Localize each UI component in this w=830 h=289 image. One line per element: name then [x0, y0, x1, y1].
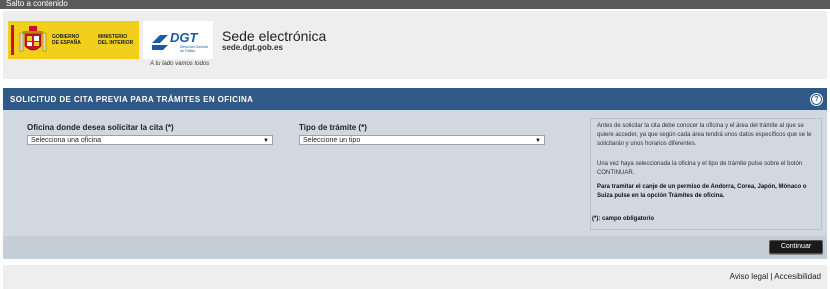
site-title: Sede electrónica — [222, 28, 327, 44]
office-select-value: Selecciona una oficina — [31, 137, 102, 144]
flag-stripe — [11, 25, 14, 55]
legal-notice-link[interactable]: Aviso legal — [730, 272, 769, 281]
info-paragraph-3: Para tramitar el canje de un permiso de … — [597, 184, 807, 199]
gobierno-espana-logo[interactable]: GOBIERNO DE ESPAÑA MINISTERIO DEL INTERI… — [8, 21, 139, 59]
form-title-bar: SOLICITUD DE CITA PREVIA PARA TRÁMITES E… — [3, 88, 827, 110]
continue-button[interactable]: Continuar — [769, 240, 823, 254]
help-icon[interactable]: ? — [811, 94, 822, 105]
info-paragraph-1: Antes de solicitar la cita debe conocer … — [597, 123, 812, 147]
ministry-text: MINISTERIO DEL INTERIOR — [98, 34, 134, 46]
dgt-logo[interactable]: DGT Dirección General de Tráfico — [143, 21, 213, 59]
site-header: GOBIERNO DE ESPAÑA MINISTERIO DEL INTERI… — [3, 11, 827, 79]
dgt-logo-icon: DGT Dirección General de Tráfico — [152, 30, 208, 53]
required-field-note: (*): campo obligatorio — [592, 216, 654, 222]
appointment-form-panel: SOLICITUD DE CITA PREVIA PARA TRÁMITES E… — [3, 88, 827, 259]
site-footer: Aviso legal | Accesibilidad — [3, 265, 827, 289]
office-label: Oficina donde desea solicitar la cita (*… — [27, 123, 174, 132]
accessibility-link[interactable]: Accesibilidad — [774, 272, 821, 281]
form-actions-bar: Continuar — [3, 236, 827, 259]
form-title: SOLICITUD DE CITA PREVIA PARA TRÁMITES E… — [10, 95, 254, 104]
procedure-type-select[interactable]: Seleccione un tipo ▼ — [299, 135, 545, 145]
coat-of-arms-icon — [19, 26, 47, 52]
gobierno-text: GOBIERNO DE ESPAÑA — [52, 34, 81, 46]
dropdown-arrow-icon: ▼ — [263, 138, 269, 144]
dropdown-arrow-icon: ▼ — [535, 138, 541, 144]
procedure-type-label: Tipo de trámite (*) — [299, 123, 367, 132]
procedure-type-select-value: Seleccione un tipo — [303, 137, 361, 144]
footer-links: Aviso legal | Accesibilidad — [730, 272, 821, 281]
skip-bar: Salto a contenido — [0, 0, 830, 9]
svg-text:de Tráfico: de Tráfico — [180, 49, 195, 53]
info-paragraph-2: Una vez haya seleccionada la oficina y e… — [597, 161, 803, 176]
svg-text:DGT: DGT — [170, 30, 199, 45]
dgt-tagline: A tu lado vamos todos — [150, 61, 210, 67]
info-box: Antes de solicitar la cita debe conocer … — [590, 118, 822, 230]
site-url: sede.dgt.gob.es — [222, 43, 283, 52]
office-select[interactable]: Selecciona una oficina ▼ — [27, 135, 273, 145]
skip-to-content-link[interactable]: Salto a contenido — [6, 0, 68, 9]
footer-separator: | — [770, 272, 773, 281]
